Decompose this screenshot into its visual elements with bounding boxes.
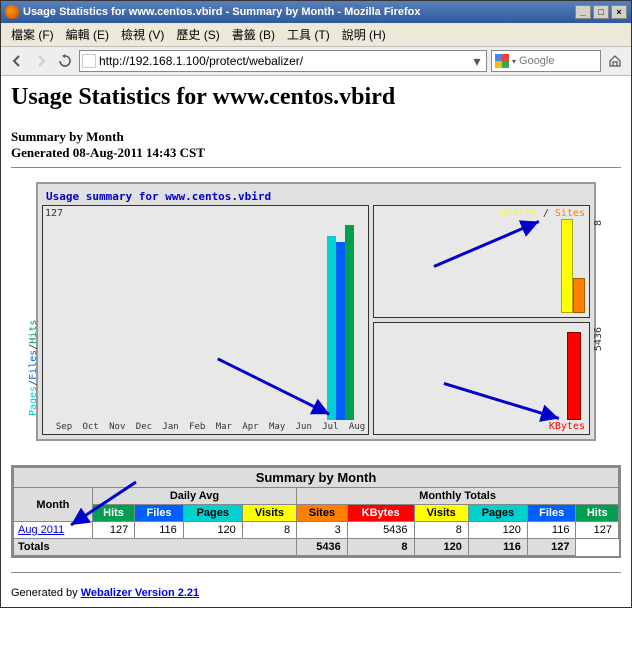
bar-sites (573, 278, 585, 313)
summary-table: Summary by Month Month Daily Avg Monthly… (11, 465, 621, 558)
month-link[interactable]: Aug 2011 (18, 524, 64, 536)
home-icon (608, 54, 622, 68)
cell: 8 (414, 522, 468, 539)
window-titlebar: Usage Statistics for www.centos.vbird - … (1, 1, 631, 23)
menu-history[interactable]: 歷史 (S) (170, 24, 225, 45)
y-max-r2: 5436 (593, 327, 604, 351)
menu-file[interactable]: 檔案 (F) (5, 24, 60, 45)
totals-row: Totals 5436 8 120 116 127 (14, 539, 619, 556)
window-title: Usage Statistics for www.centos.vbird - … (23, 6, 575, 18)
bar-files-aug (336, 242, 345, 420)
back-button[interactable] (7, 51, 27, 71)
col-files: Files (135, 505, 184, 522)
menu-edit[interactable]: 編輯 (E) (60, 24, 115, 45)
arrow-left-icon (10, 54, 24, 68)
totals-label: Totals (14, 539, 297, 556)
col-visits: Visits (242, 505, 296, 522)
cell: 127 (527, 539, 576, 556)
cell: 120 (183, 522, 242, 539)
arrow-right-icon (34, 54, 48, 68)
legend-files: Files (28, 350, 39, 380)
cell: 5436 (347, 522, 414, 539)
cell: 120 (414, 539, 468, 556)
legend-hits: Hits (28, 320, 39, 344)
window-maximize-button[interactable]: □ (593, 5, 609, 19)
menu-bar: 檔案 (F) 編輯 (E) 檢視 (V) 歷史 (S) 書籤 (B) 工具 (T… (1, 23, 631, 47)
annotation-arrow-icon (374, 323, 589, 434)
divider (11, 572, 621, 573)
url-dropdown-icon[interactable]: ▾ (470, 53, 484, 70)
search-bar[interactable]: ▾ (491, 50, 601, 72)
page-content: Usage Statistics for www.centos.vbird Su… (1, 76, 631, 607)
cell: 8 (347, 539, 414, 556)
col-sites: Sites (297, 505, 348, 522)
legend-pages: Pages (28, 386, 39, 416)
col-visits-t: Visits (414, 505, 468, 522)
cell: 127 (92, 522, 134, 539)
legend-visits: Visits (501, 208, 537, 219)
col-pages-t: Pages (468, 505, 527, 522)
cell: 120 (468, 522, 527, 539)
divider (11, 167, 621, 168)
menu-tools[interactable]: 工具 (T) (281, 24, 336, 45)
menu-help[interactable]: 說明 (H) (336, 24, 392, 45)
footer: Generated by Webalizer Version 2.21 (11, 587, 621, 599)
col-kbytes: KBytes (347, 505, 414, 522)
cell: 127 (576, 522, 619, 539)
firefox-icon (5, 5, 19, 19)
annotation-arrow-icon (374, 206, 589, 317)
bar-kbytes (567, 332, 581, 420)
col-hits: Hits (92, 505, 134, 522)
annotation-arrow-icon (43, 206, 368, 434)
page-title: Usage Statistics for www.centos.vbird (11, 84, 621, 111)
y-max-left: 127 (45, 208, 63, 219)
x-axis-months: SepOctNovDecJanFebMarAprMayJunJulAug (55, 422, 366, 432)
search-engine-dropdown[interactable]: ▾ (512, 57, 516, 66)
cell: 5436 (297, 539, 348, 556)
bar-pages-aug (327, 236, 336, 420)
url-bar[interactable]: ▾ (79, 50, 487, 72)
bar-visits (561, 219, 573, 313)
group-totals: Monthly Totals (297, 488, 619, 505)
col-files-t: Files (527, 505, 576, 522)
menu-view[interactable]: 檢視 (V) (115, 24, 170, 45)
legend-sites: Sites (555, 208, 585, 219)
group-daily: Daily Avg (92, 488, 296, 505)
reload-icon (58, 54, 72, 68)
menu-bookmarks[interactable]: 書籤 (B) (226, 24, 281, 45)
cell: 3 (297, 522, 348, 539)
col-hits-t: Hits (576, 505, 619, 522)
legend-kbytes: KBytes (549, 421, 585, 432)
bar-hits-aug (345, 225, 354, 420)
cell: 116 (527, 522, 576, 539)
chart-left-panel: 127 Pages/Files/Hits SepOctNovDecJanFebM… (42, 205, 369, 435)
google-icon (495, 54, 509, 68)
chart-image: Usage summary for www.centos.vbird 127 P… (36, 182, 596, 441)
cell: 116 (468, 539, 527, 556)
cell: 116 (135, 522, 184, 539)
chart-right-top-panel: Visits / Sites 8 (373, 205, 590, 318)
search-input[interactable] (519, 55, 597, 67)
url-input[interactable] (99, 54, 470, 68)
subtitle-summary: Summary by Month (11, 129, 621, 145)
window-minimize-button[interactable]: _ (575, 5, 591, 19)
col-pages: Pages (183, 505, 242, 522)
reload-button[interactable] (55, 51, 75, 71)
chart-right-bottom-panel: KBytes 5436 (373, 322, 590, 435)
webalizer-link[interactable]: Webalizer Version 2.21 (81, 587, 199, 599)
y-max-r1: 8 (593, 220, 604, 226)
page-icon (82, 54, 96, 68)
footer-text: Generated by (11, 587, 81, 599)
chart-title: Usage summary for www.centos.vbird (42, 188, 590, 205)
home-button[interactable] (605, 51, 625, 71)
subtitle-generated: Generated 08-Aug-2011 14:43 CST (11, 145, 621, 161)
forward-button[interactable] (31, 51, 51, 71)
table-row: Aug 2011 127 116 120 8 3 5436 8 120 116 … (14, 522, 619, 539)
nav-toolbar: ▾ ▾ (1, 47, 631, 76)
table-title: Summary by Month (14, 468, 619, 488)
cell: 8 (242, 522, 296, 539)
col-month: Month (14, 488, 93, 522)
window-close-button[interactable]: × (611, 5, 627, 19)
